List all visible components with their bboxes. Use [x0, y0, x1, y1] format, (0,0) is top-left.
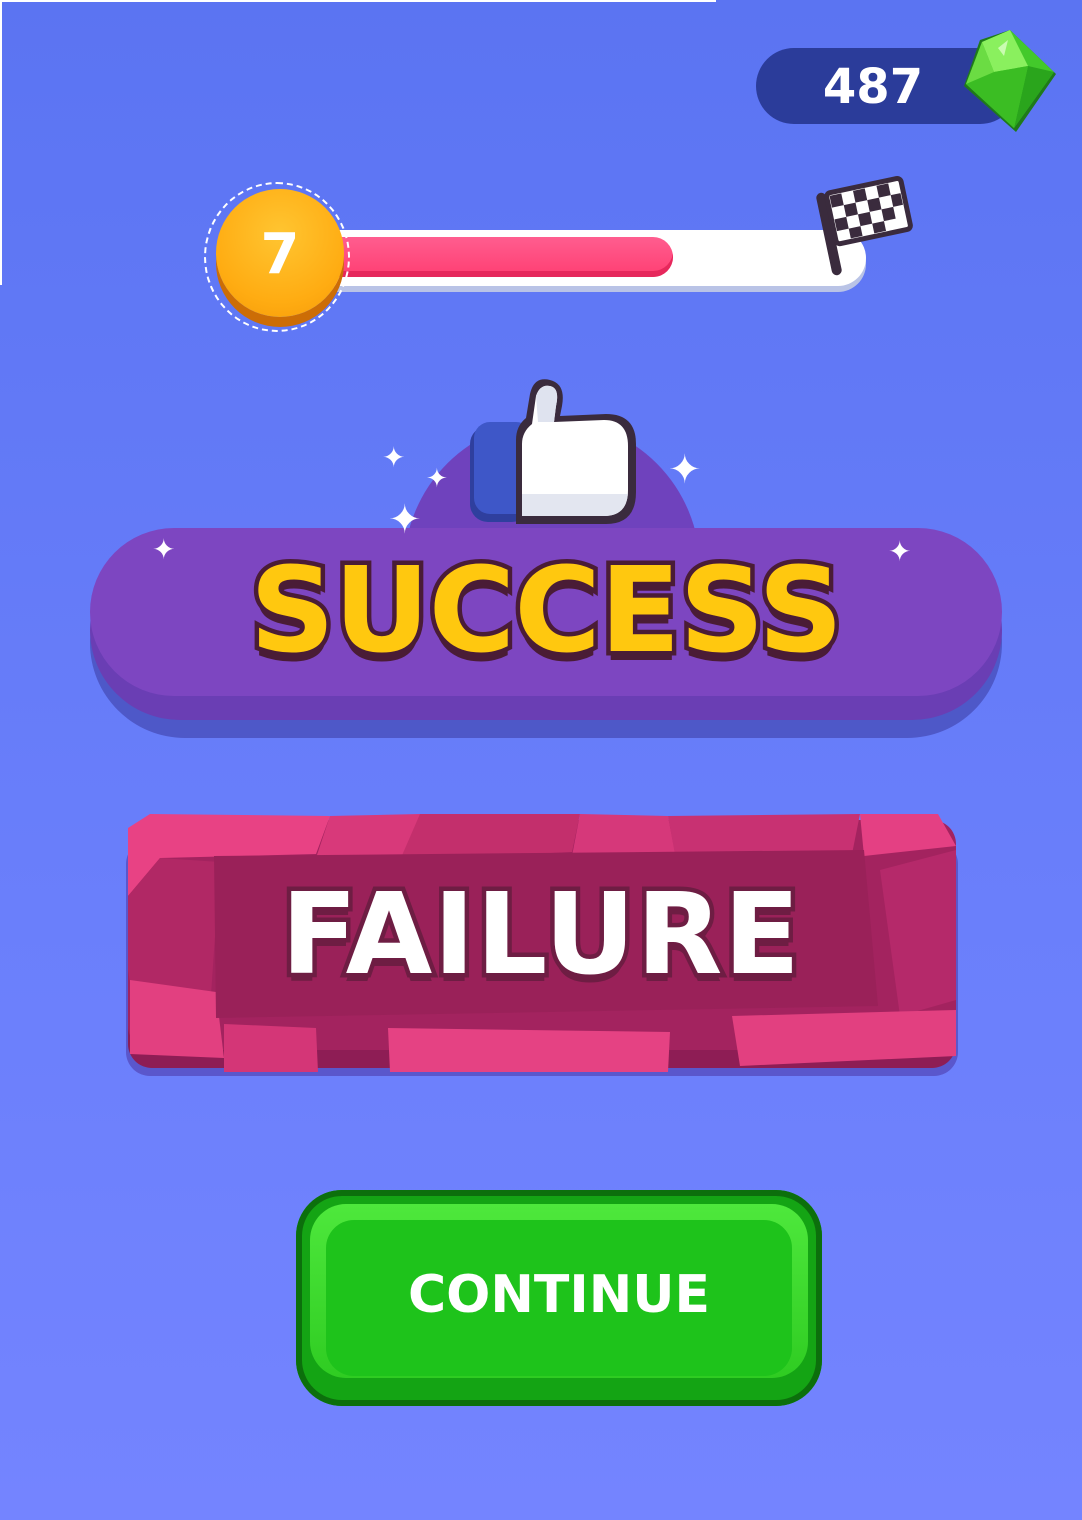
gem-count: 487 — [822, 59, 924, 115]
green-gem-icon — [964, 30, 1056, 132]
screen-edge-top — [0, 0, 716, 2]
level-number: 7 — [260, 222, 300, 287]
sparkle-icon: ✦ — [426, 464, 448, 494]
sparkle-icon: ✦ — [888, 535, 912, 568]
level-progress-bar — [310, 230, 866, 286]
checkered-flag-icon — [816, 176, 913, 276]
continue-button[interactable]: CONTINUE — [296, 1190, 822, 1406]
screen-edge-left — [0, 0, 2, 285]
continue-label: CONTINUE — [408, 1265, 710, 1325]
thumbs-up-icon — [470, 379, 636, 524]
sparkle-icon: ✦ — [382, 441, 406, 474]
level-progress-fill — [322, 237, 673, 277]
sparkle-icon: ✦ — [388, 497, 422, 543]
sparkle-icon: ✦ — [152, 533, 176, 566]
sparkle-icon: ✦ — [668, 447, 702, 493]
success-title: SUCCESS — [245, 537, 847, 684]
failure-title: FAILURE — [276, 866, 804, 1005]
